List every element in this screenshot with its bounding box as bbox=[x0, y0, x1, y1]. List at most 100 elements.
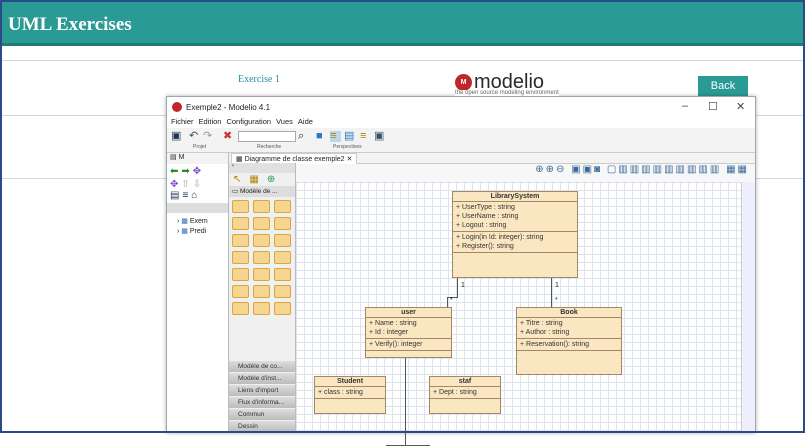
minimize-button[interactable]: – bbox=[682, 100, 688, 112]
uml-class-book[interactable]: Book + Titre : string + Author : string + R… bbox=[516, 307, 622, 375]
attribute: + Name : string bbox=[369, 320, 417, 327]
palette-category[interactable]: Liens d'import bbox=[229, 385, 295, 396]
exercise-link[interactable]: Exercise 1 bbox=[238, 74, 280, 85]
diagram-palette: ‹ ↖▦⊕ ▭ Modèle de ... Modèle de co... Mo… bbox=[229, 163, 296, 432]
perspective-list-icon[interactable]: ▤ bbox=[344, 131, 355, 142]
explorer-nav-icons[interactable]: ✥⇧⇩ bbox=[167, 179, 228, 190]
group-label: Recherche bbox=[257, 144, 282, 150]
menu-vues[interactable]: Vues bbox=[276, 117, 293, 128]
perspective-archive-icon[interactable]: ▣ bbox=[374, 131, 385, 142]
attribute: + Titre : string bbox=[520, 320, 563, 327]
perspective-tree-icon[interactable]: ≡ bbox=[330, 131, 341, 142]
menu-edition[interactable]: Edition bbox=[199, 117, 222, 128]
tree-item-label: Predi bbox=[189, 228, 207, 235]
tree-item[interactable]: › ▦ Exem bbox=[167, 213, 228, 225]
palette-header-label: Modèle de ... bbox=[239, 188, 278, 195]
vertical-scrollbar[interactable] bbox=[741, 182, 755, 432]
maximize-button[interactable]: ☐ bbox=[708, 100, 718, 113]
main-toolbar: ▣ ↶ ↷ ✖ ⌕ ■ ≡ ▤ ≡ ▣ Projet Recherche Per… bbox=[167, 128, 755, 153]
operation: + Login(in Id: integer): string bbox=[456, 234, 544, 241]
palette-header[interactable]: ▭ Modèle de ... bbox=[229, 186, 295, 197]
menu-configuration[interactable]: Configuration bbox=[226, 117, 271, 128]
back-button[interactable]: Back bbox=[698, 76, 748, 96]
explorer-nav-icons[interactable]: ⬅➡✥ bbox=[167, 164, 228, 179]
uml-class-staf[interactable]: staf + Dept : string bbox=[429, 376, 501, 414]
class-attributes: + Name : string + Id : integer bbox=[366, 318, 451, 339]
attribute: + UserName : string bbox=[456, 213, 519, 220]
attribute: + Dept : string bbox=[433, 389, 477, 396]
attribute: + Author : string bbox=[520, 329, 570, 336]
page-title: UML Exercises bbox=[8, 14, 132, 35]
page-header: UML Exercises bbox=[0, 0, 805, 46]
explorer-view-icons[interactable]: ▤≡⌂ bbox=[167, 190, 228, 201]
attribute: + Id : integer bbox=[369, 329, 409, 336]
class-name: Book bbox=[517, 308, 621, 318]
palette-category[interactable]: Commun bbox=[229, 409, 295, 420]
class-operations: + Reservation(): string bbox=[517, 339, 621, 351]
palette-collapse[interactable]: ‹ bbox=[229, 163, 295, 173]
attribute: + Logout : string bbox=[456, 222, 507, 229]
close-button[interactable]: ✕ bbox=[736, 100, 745, 113]
multiplicity-label: * bbox=[555, 297, 558, 304]
operation: + Verify(): integer bbox=[369, 341, 423, 348]
class-attributes: + Titre : string + Author : string bbox=[517, 318, 621, 339]
logo-text: modelio bbox=[474, 71, 545, 93]
redo-icon[interactable]: ↷ bbox=[203, 131, 214, 142]
modelio-window: Exemple2 - Modelio 4.1 – ☐ ✕ Fichier Edi… bbox=[166, 96, 756, 446]
operation: + Reservation(): string bbox=[520, 341, 590, 348]
palette-category[interactable]: Modèle de co... bbox=[229, 361, 295, 372]
class-operations: + Verify(): integer bbox=[366, 339, 451, 351]
modelio-logo-mark: M bbox=[455, 73, 472, 91]
explorer-tab[interactable]: ▤ M bbox=[167, 153, 228, 164]
undo-icon[interactable]: ↶ bbox=[189, 131, 200, 142]
project-icon: ▦ bbox=[181, 218, 188, 225]
uml-class-student[interactable]: Student + class : string bbox=[314, 376, 386, 414]
association-line bbox=[457, 278, 458, 298]
save-icon[interactable]: ▣ bbox=[171, 131, 182, 142]
uml-class-librarysystem[interactable]: LibrarySystem + UserType : string + UserNa… bbox=[452, 191, 578, 278]
multiplicity-label: 1 bbox=[555, 282, 559, 289]
window-title: Exemple2 - Modelio 4.1 bbox=[186, 102, 271, 112]
palette-select-tools[interactable]: ↖▦⊕ bbox=[229, 173, 295, 186]
class-name: LibrarySystem bbox=[453, 192, 577, 202]
logo-tagline: the open source modeling environment bbox=[455, 90, 559, 96]
editor-tabs: ▦ Diagramme de classe exemple2 ✕ bbox=[229, 153, 755, 164]
menu-aide[interactable]: Aide bbox=[298, 117, 313, 128]
tab-diagram-label: Diagramme de classe exemple2 bbox=[244, 156, 345, 163]
tree-item-label: Exem bbox=[189, 218, 208, 225]
tools-icon[interactable]: ✖ bbox=[223, 131, 234, 142]
palette-category[interactable]: Flux d'informa... bbox=[229, 397, 295, 408]
perspective-folder-icon[interactable]: ■ bbox=[316, 131, 327, 142]
modelio-icon bbox=[172, 102, 182, 112]
model-explorer: ▤ M ⬅➡✥ ✥⇧⇩ ▤≡⌂ › ▦ Exem › ▦ Predi bbox=[167, 153, 229, 432]
palette-category[interactable]: Modèle d'inst... bbox=[229, 373, 295, 384]
class-attributes: + class : string bbox=[315, 387, 385, 399]
tree-item[interactable]: › ▦ Predi bbox=[167, 225, 228, 235]
class-attributes: + UserType : string + UserName : string + … bbox=[453, 202, 577, 232]
divider bbox=[2, 60, 803, 61]
association-line bbox=[405, 358, 406, 445]
explorer-tab-label: M bbox=[178, 154, 185, 161]
association-line bbox=[447, 297, 448, 307]
group-label: Perspectives bbox=[333, 144, 362, 150]
perspective-model-icon[interactable]: ≡ bbox=[360, 131, 371, 142]
explorer-separator bbox=[167, 203, 228, 213]
class-name: staf bbox=[430, 377, 500, 387]
attribute: + class : string bbox=[318, 389, 363, 396]
multiplicity-label: 1 bbox=[461, 282, 465, 289]
class-attributes: + Dept : string bbox=[430, 387, 500, 399]
attribute: + UserType : string bbox=[456, 204, 515, 211]
palette-category[interactable]: Dessin bbox=[229, 421, 295, 432]
multiplicity-label: * bbox=[450, 297, 453, 304]
search-input[interactable] bbox=[238, 131, 296, 142]
modelio-logo: Mmodelio the open source modeling environ… bbox=[455, 71, 559, 96]
operation: + Register(): string bbox=[456, 243, 514, 250]
palette-element-grid[interactable] bbox=[229, 197, 295, 320]
diagram-toolbar[interactable]: ⊕⊕⊖ ▣▣◙ ▢▥▥▥▥▥▥▥▥▥ ▦▦ bbox=[296, 164, 755, 182]
search-icon[interactable]: ⌕ bbox=[298, 131, 309, 142]
class-operations: + Login(in Id: integer): string + Registe… bbox=[453, 232, 577, 253]
menu-bar: Fichier Edition Configuration Vues Aide bbox=[167, 117, 755, 128]
window-titlebar: Exemple2 - Modelio 4.1 bbox=[167, 97, 755, 117]
menu-fichier[interactable]: Fichier bbox=[171, 117, 194, 128]
uml-class-user[interactable]: user + Name : string + Id : integer + Verif… bbox=[365, 307, 452, 358]
